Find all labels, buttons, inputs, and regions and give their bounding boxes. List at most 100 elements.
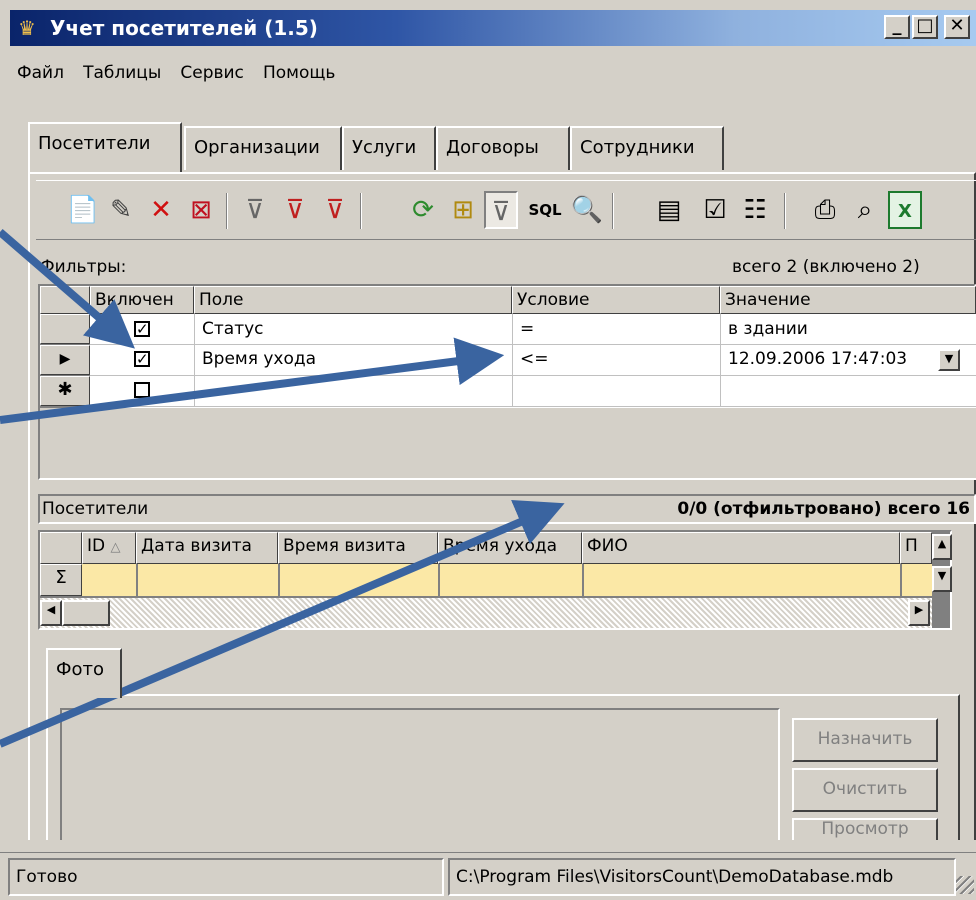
column-header-visit-date[interactable]: Дата визита (136, 532, 278, 564)
tab-photo[interactable]: Фото (46, 648, 122, 698)
filter-remove-icon[interactable]: ⊽ (278, 191, 312, 229)
column-divider (136, 564, 138, 596)
column-header-leave-time[interactable]: Время ухода (438, 532, 582, 564)
filter-value-cell[interactable]: 12.09.2006 17:47:03 (724, 346, 936, 372)
filters-summary: всего 2 (включено 2) (732, 257, 920, 277)
column-divider (900, 564, 902, 596)
sum-row-indicator: Σ (40, 564, 82, 596)
scroll-down-button[interactable]: ▼ (932, 566, 952, 592)
scroll-right-button[interactable]: ▶ (908, 600, 930, 626)
row-indicator-current[interactable]: ▶ (40, 345, 90, 375)
resize-grip[interactable] (956, 876, 974, 894)
column-header-id[interactable]: ID △ (82, 532, 136, 564)
enabled-checkbox[interactable] (134, 382, 150, 398)
toolbar-separator (360, 193, 362, 229)
tree-icon[interactable]: ⊞ (446, 191, 480, 229)
photo-frame (60, 708, 780, 840)
visitors-grid: ID △ Дата визита Время визита Время уход… (38, 530, 952, 630)
window-title: Учет посетителей (1.5) (50, 16, 318, 40)
visitors-label: Посетители (42, 499, 149, 519)
column-divider (512, 314, 513, 407)
app-window: ♛ Учет посетителей (1.5) _ □ ✕ Файл Табл… (0, 0, 976, 900)
menu-bar: Файл Таблицы Сервис Помощь (10, 58, 342, 88)
edit-icon[interactable]: ✎ (104, 191, 138, 229)
delete-icon[interactable]: ✕ (144, 191, 178, 229)
visitors-header-bar: Посетители 0/0 (отфильтровано) всего 16 (38, 494, 976, 524)
enabled-checkbox[interactable]: ✓ (134, 351, 150, 367)
tab-organizations[interactable]: Организации (184, 126, 342, 170)
filters-label: Фильтры: (40, 257, 127, 277)
close-button[interactable]: ✕ (944, 15, 970, 39)
status-text: Готово (8, 858, 444, 896)
row-divider (90, 406, 976, 407)
properties-icon[interactable]: ☑ (698, 191, 732, 229)
filter-clear-icon[interactable]: ⊽ (318, 191, 352, 229)
maximize-button[interactable]: □ (912, 15, 938, 39)
row-indicator[interactable] (40, 314, 90, 344)
filter-field-cell[interactable]: Статус (198, 316, 508, 342)
column-divider (194, 314, 195, 407)
column-header-value[interactable]: Значение (720, 286, 976, 314)
refresh-icon[interactable]: ⟳ (406, 191, 440, 229)
horizontal-scrollbar[interactable] (40, 598, 932, 628)
menu-tables[interactable]: Таблицы (76, 58, 168, 88)
tab-employees[interactable]: Сотрудники (570, 126, 724, 170)
minimize-button[interactable]: _ (884, 15, 910, 39)
filter-value-cell[interactable]: в здании (724, 316, 974, 342)
column-id-label: ID (87, 536, 106, 556)
sum-row (82, 564, 932, 596)
enabled-checkbox[interactable]: ✓ (134, 321, 150, 337)
sql-icon[interactable]: SQL (528, 191, 562, 229)
settings-icon[interactable]: ☷ (738, 191, 772, 229)
tab-contracts[interactable]: Договоры (436, 126, 570, 170)
app-icon: ♛ (18, 16, 36, 40)
column-header-p[interactable]: П (900, 532, 932, 564)
toolbar-separator (612, 193, 614, 229)
filter-apply-icon[interactable]: ⊽ (484, 191, 518, 229)
filter-field-cell[interactable]: Время ухода (198, 346, 508, 372)
column-divider (720, 314, 721, 407)
filters-empty-area (40, 408, 976, 478)
visitors-summary: 0/0 (отфильтровано) всего 16 (677, 499, 970, 519)
scroll-left-button[interactable]: ◀ (40, 600, 62, 626)
toolbar: 📄 ✎ ✕ ⊠ ⊽ ⊽ ⊽ ⟳ ⊞ ⊽ SQL 🔍 ▤ ☑ ☷ ⎙ ⌕ X (36, 180, 976, 240)
row-divider (90, 375, 976, 376)
tab-visitors[interactable]: Посетители (28, 122, 182, 172)
grid-corner (40, 532, 82, 564)
delete-all-icon[interactable]: ⊠ (184, 191, 218, 229)
excel-export-icon[interactable]: X (888, 191, 922, 229)
new-record-icon[interactable]: 📄 (66, 191, 100, 229)
filter-add-icon[interactable]: ⊽ (238, 191, 272, 229)
menu-help[interactable]: Помощь (256, 58, 342, 88)
menu-service[interactable]: Сервис (173, 58, 251, 88)
scroll-up-button[interactable]: ▲ (932, 534, 952, 560)
menu-file[interactable]: Файл (10, 58, 71, 88)
column-header-fio[interactable]: ФИО (582, 532, 900, 564)
column-divider (582, 564, 584, 596)
column-divider (438, 564, 440, 596)
title-bar[interactable]: ♛ Учет посетителей (1.5) _ □ ✕ (10, 10, 976, 46)
clear-photo-button[interactable]: Очистить (792, 768, 938, 812)
scroll-thumb[interactable] (62, 600, 110, 626)
print-preview-icon[interactable]: ⌕ (848, 191, 882, 229)
dropdown-button[interactable]: ▼ (938, 349, 960, 371)
column-header-field[interactable]: Поле (194, 286, 512, 314)
assign-photo-button[interactable]: Назначить (792, 718, 938, 762)
column-header-visit-time[interactable]: Время визита (278, 532, 438, 564)
column-header-condition[interactable]: Условие (512, 286, 720, 314)
row-indicator-new[interactable]: ✱ (40, 376, 90, 406)
find-icon[interactable]: 🔍 (570, 191, 604, 229)
sort-asc-icon: △ (110, 540, 121, 555)
field-add-icon[interactable]: ▤ (652, 191, 686, 229)
print-icon[interactable]: ⎙ (808, 191, 842, 229)
filter-condition-cell[interactable]: <= (516, 346, 716, 372)
grid-corner (40, 286, 90, 314)
toolbar-separator (226, 193, 228, 229)
view-photo-button[interactable]: Просмотр (792, 818, 938, 840)
database-path: C:\Program Files\VisitorsCount\DemoDatab… (448, 858, 956, 896)
column-divider (278, 564, 280, 596)
tab-services[interactable]: Услуги (342, 126, 436, 170)
column-header-enabled[interactable]: Включен (90, 286, 194, 314)
filter-condition-cell[interactable]: = (516, 316, 716, 342)
filters-grid: Включен Поле Условие Значение ✓ Статус =… (38, 284, 976, 480)
